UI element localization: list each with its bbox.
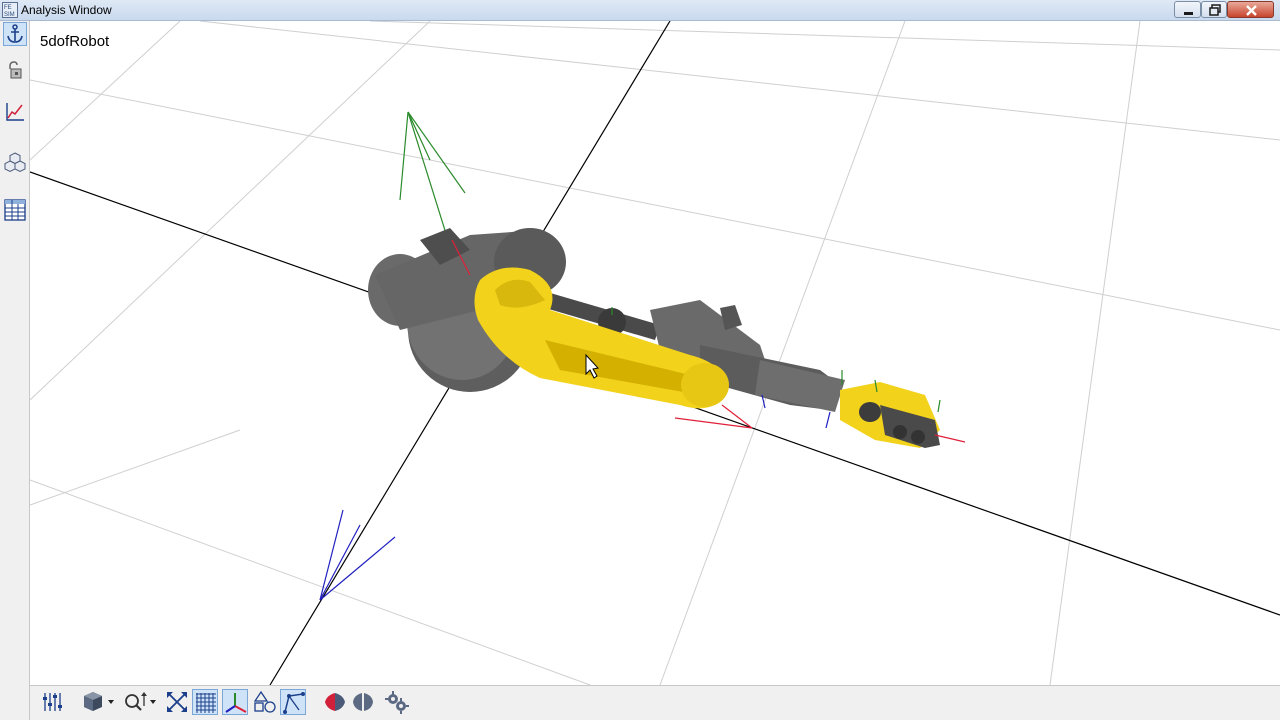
- lock-icon: [9, 61, 22, 79]
- table-icon: [4, 199, 26, 221]
- lock-button[interactable]: [3, 59, 27, 83]
- mirror-mode-button[interactable]: [350, 689, 376, 715]
- frames-toggle-icon: [283, 692, 305, 714]
- sim-icon: FE SIM: [2, 2, 18, 18]
- grid-toggle-button[interactable]: [192, 689, 218, 715]
- zoom-dropdown-icon: [125, 692, 156, 711]
- mirror-mode-icon: [353, 693, 373, 711]
- anchor-button[interactable]: [3, 22, 27, 46]
- scene: [30, 21, 1280, 685]
- model-name-label: 5dofRobot: [40, 33, 110, 50]
- origin-frame: [319, 509, 396, 601]
- left-toolbar: [0, 21, 30, 720]
- bodies-button[interactable]: [3, 151, 27, 175]
- anchor-icon: [7, 24, 23, 43]
- 3d-viewport[interactable]: 5dofRobot: [30, 21, 1280, 685]
- bottom-toolbar: [30, 685, 1280, 720]
- gears-icon: [385, 691, 409, 714]
- frames-toggle-button[interactable]: [280, 689, 306, 715]
- zoom-dropdown[interactable]: [122, 689, 160, 715]
- close-button[interactable]: [1227, 1, 1274, 18]
- table-button[interactable]: [3, 198, 27, 222]
- axes-toggle-button[interactable]: [222, 689, 248, 715]
- restore-button[interactable]: [1201, 1, 1227, 18]
- bodies-icon: [4, 152, 26, 173]
- svg-text:FE: FE: [4, 5, 12, 11]
- shapes-toggle-button[interactable]: [252, 689, 278, 715]
- shaded-mode-icon: [325, 693, 345, 711]
- grid-toggle-icon: [196, 693, 216, 713]
- sliders-icon: [43, 693, 62, 711]
- gears-button[interactable]: [384, 689, 410, 715]
- close-icon: [1246, 5, 1257, 16]
- title-bar: FE SIM Analysis Window: [0, 0, 1280, 21]
- view-cube-dropdown[interactable]: [80, 689, 118, 715]
- restore-icon: [1209, 4, 1221, 16]
- shapes-toggle-icon: [253, 690, 276, 713]
- graph-icon: [6, 103, 24, 121]
- graph-button[interactable]: [3, 100, 27, 124]
- fit-view-icon: [167, 692, 187, 712]
- svg-text:SIM: SIM: [4, 12, 15, 18]
- fit-view-button[interactable]: [164, 689, 190, 715]
- green-frame: [399, 111, 466, 241]
- shaded-mode-button[interactable]: [322, 689, 348, 715]
- robot-model: [368, 228, 940, 448]
- sliders-button[interactable]: [40, 689, 66, 715]
- view-cube-dropdown-icon: [84, 692, 114, 711]
- axes-toggle-icon: [225, 693, 247, 713]
- window-title: Analysis Window: [21, 3, 112, 17]
- minimize-button[interactable]: [1174, 1, 1201, 18]
- minimize-icon: [1184, 12, 1193, 15]
